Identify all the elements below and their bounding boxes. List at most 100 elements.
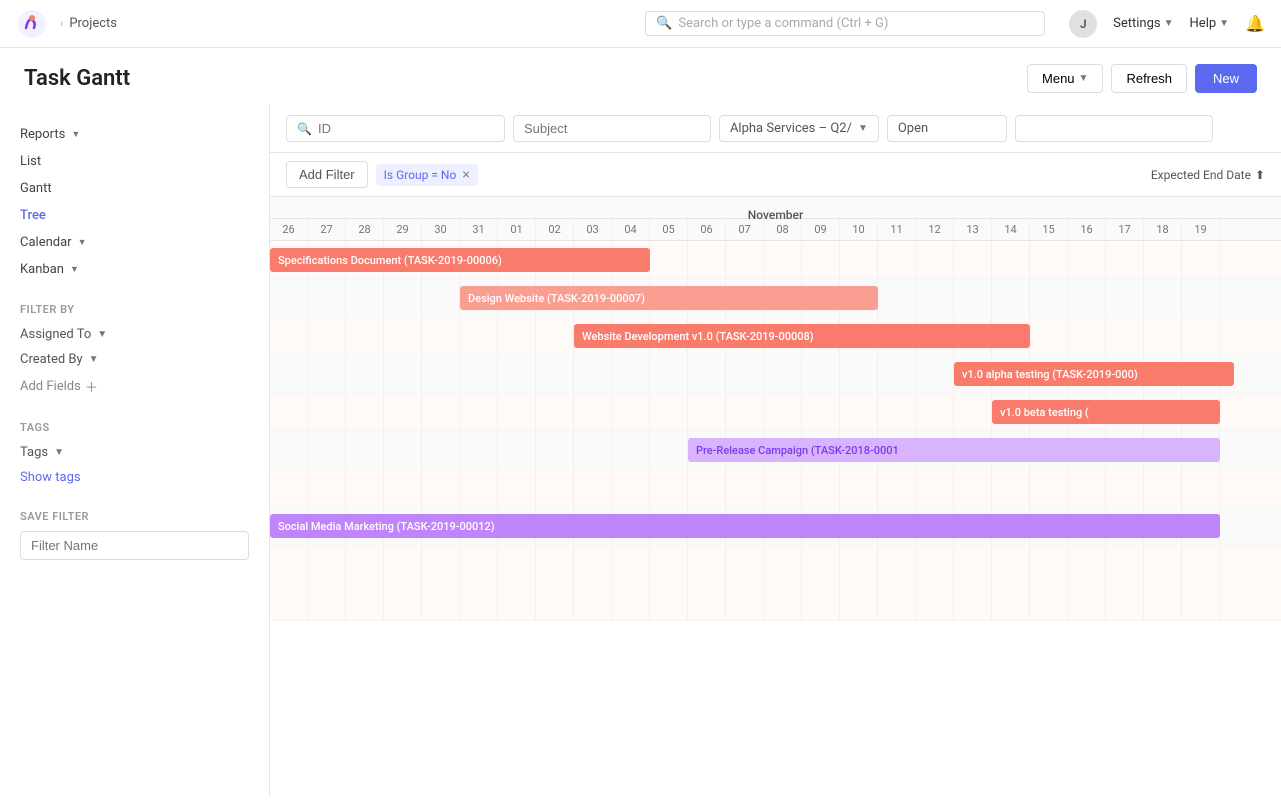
table-row: v1.0 alpha testing (TASK-2019-000) (270, 355, 1281, 393)
breadcrumb-chevron: › (60, 17, 63, 30)
search-placeholder: Search or type a command (Ctrl + G) (678, 16, 888, 31)
sidebar-item-calendar[interactable]: Calendar ▼ (0, 229, 269, 256)
day-03: 03 (574, 219, 612, 240)
menu-button[interactable]: Menu ▼ (1027, 64, 1103, 93)
page-title: Task Gantt (24, 66, 130, 91)
filter-by-label: FILTER BY (0, 299, 269, 322)
day-09: 09 (802, 219, 840, 240)
add-fields-plus-icon: ＋ (85, 377, 98, 396)
settings-dropdown-arrow: ▼ (1164, 18, 1174, 29)
gantt-area: 🔍 Alpha Services – Q2/ ▼ Open Add Filter… (270, 105, 1281, 797)
settings-button[interactable]: Settings ▼ (1113, 16, 1173, 31)
day-01: 01 (498, 219, 536, 240)
reports-label: Reports (20, 127, 65, 142)
day-07: 07 (726, 219, 764, 240)
table-row: Social Media Marketing (TASK-2019-00012) (270, 507, 1281, 545)
page-header: Task Gantt Menu ▼ Refresh New (0, 48, 1281, 105)
day-27: 27 (308, 219, 346, 240)
day-29: 29 (384, 219, 422, 240)
save-filter-section: SAVE FILTER (0, 510, 269, 560)
user-avatar[interactable]: J (1069, 10, 1097, 38)
day-16: 16 (1068, 219, 1106, 240)
day-31: 31 (460, 219, 498, 240)
id-search-icon: 🔍 (297, 122, 312, 136)
table-row: v1.0 beta testing ( (270, 393, 1281, 431)
table-row (270, 469, 1281, 507)
sidebar-item-reports[interactable]: Reports ▼ (0, 121, 269, 148)
page-actions: Menu ▼ Refresh New (1027, 64, 1257, 93)
assigned-to-filter[interactable]: Assigned To ▼ (0, 322, 269, 347)
day-08: 08 (764, 219, 802, 240)
gantt-body: Specifications Document (TASK-2019-00006… (270, 241, 1281, 621)
notifications-bell-icon[interactable]: 🔔 (1245, 14, 1265, 33)
help-button[interactable]: Help ▼ (1190, 16, 1230, 31)
task-bar-1[interactable]: Specifications Document (TASK-2019-00006… (270, 248, 650, 272)
status-filter[interactable]: Open (887, 115, 1007, 142)
day-14: 14 (992, 219, 1030, 240)
filter-bar: 🔍 Alpha Services – Q2/ ▼ Open (270, 105, 1281, 153)
sidebar-item-gantt[interactable]: Gantt (0, 175, 269, 202)
table-row: Specifications Document (TASK-2019-00006… (270, 241, 1281, 279)
show-tags-link[interactable]: Show tags (0, 465, 269, 490)
app-logo[interactable] (16, 8, 48, 40)
save-filter-label: SAVE FILTER (20, 510, 249, 523)
id-input-field[interactable] (318, 121, 494, 136)
task-bar-5[interactable]: v1.0 beta testing ( (992, 400, 1220, 424)
extra-input-field[interactable] (1026, 121, 1202, 136)
extra-filter[interactable] (1015, 115, 1213, 142)
sidebar-item-tree[interactable]: Tree (0, 202, 269, 229)
table-row (270, 545, 1281, 621)
sort-icon: ⬆ (1255, 168, 1265, 182)
tags-filter[interactable]: Tags ▼ (0, 440, 269, 465)
search-icon: 🔍 (656, 16, 672, 31)
task-bar-4[interactable]: v1.0 alpha testing (TASK-2019-000) (954, 362, 1234, 386)
day-19: 19 (1182, 219, 1220, 240)
subject-filter-input[interactable] (513, 115, 711, 142)
tags-dropdown-arrow: ▼ (54, 447, 64, 458)
created-by-filter[interactable]: Created By ▼ (0, 347, 269, 372)
new-button[interactable]: New (1195, 64, 1257, 93)
project-filter[interactable]: Alpha Services – Q2/ ▼ (719, 115, 879, 142)
breadcrumb: › Projects (60, 16, 117, 31)
expected-end-date-sort[interactable]: Expected End Date ⬆ (1151, 168, 1265, 182)
day-13: 13 (954, 219, 992, 240)
add-filter-button[interactable]: Add Filter (286, 161, 368, 188)
menu-dropdown-arrow: ▼ (1079, 73, 1089, 84)
table-row: Design Website (TASK-2019-00007) (270, 279, 1281, 317)
kanban-dropdown-arrow: ▼ (70, 264, 79, 275)
gantt-chart[interactable]: November 26 27 28 29 30 31 01 02 03 04 0… (270, 197, 1281, 797)
gantt-day-headers: 26 27 28 29 30 31 01 02 03 04 05 06 07 0… (270, 219, 1281, 241)
help-dropdown-arrow: ▼ (1219, 18, 1229, 29)
day-12: 12 (916, 219, 954, 240)
created-by-arrow: ▼ (89, 354, 99, 365)
breadcrumb-projects[interactable]: Projects (69, 16, 117, 31)
project-dropdown-arrow: ▼ (858, 123, 868, 134)
remove-filter-icon[interactable]: × (462, 168, 469, 182)
task-bar-3[interactable]: Website Development v1.0 (TASK-2019-0000… (574, 324, 1030, 348)
filter-name-input[interactable] (20, 531, 249, 560)
day-06: 06 (688, 219, 726, 240)
is-group-filter-tag: Is Group = No × (376, 164, 478, 186)
filter-row: Add Filter Is Group = No × Expected End … (270, 153, 1281, 197)
task-bar-6[interactable]: Pre-Release Campaign (TASK-2018-0001 (688, 438, 1220, 462)
task-bar-2[interactable]: Design Website (TASK-2019-00007) (460, 286, 878, 310)
refresh-button[interactable]: Refresh (1111, 64, 1187, 93)
task-bar-8[interactable]: Social Media Marketing (TASK-2019-00012) (270, 514, 1220, 538)
day-18: 18 (1144, 219, 1182, 240)
table-row: Pre-Release Campaign (TASK-2018-0001 (270, 431, 1281, 469)
day-02: 02 (536, 219, 574, 240)
calendar-dropdown-arrow: ▼ (78, 237, 87, 248)
filter-by-section: FILTER BY Assigned To ▼ Created By ▼ Add… (0, 299, 269, 401)
id-filter-input[interactable]: 🔍 (286, 115, 505, 142)
day-10: 10 (840, 219, 878, 240)
main-layout: Reports ▼ List Gantt Tree Calendar ▼ Kan… (0, 105, 1281, 797)
sidebar-item-kanban[interactable]: Kanban ▼ (0, 256, 269, 283)
day-26: 26 (270, 219, 308, 240)
subject-input-field[interactable] (524, 121, 700, 136)
sidebar-item-list[interactable]: List (0, 148, 269, 175)
day-30: 30 (422, 219, 460, 240)
add-fields-button[interactable]: Add Fields ＋ (0, 372, 269, 401)
tags-section: TAGS Tags ▼ Show tags (0, 417, 269, 490)
search-bar[interactable]: 🔍 Search or type a command (Ctrl + G) (645, 11, 1045, 36)
table-row: Website Development v1.0 (TASK-2019-0000… (270, 317, 1281, 355)
